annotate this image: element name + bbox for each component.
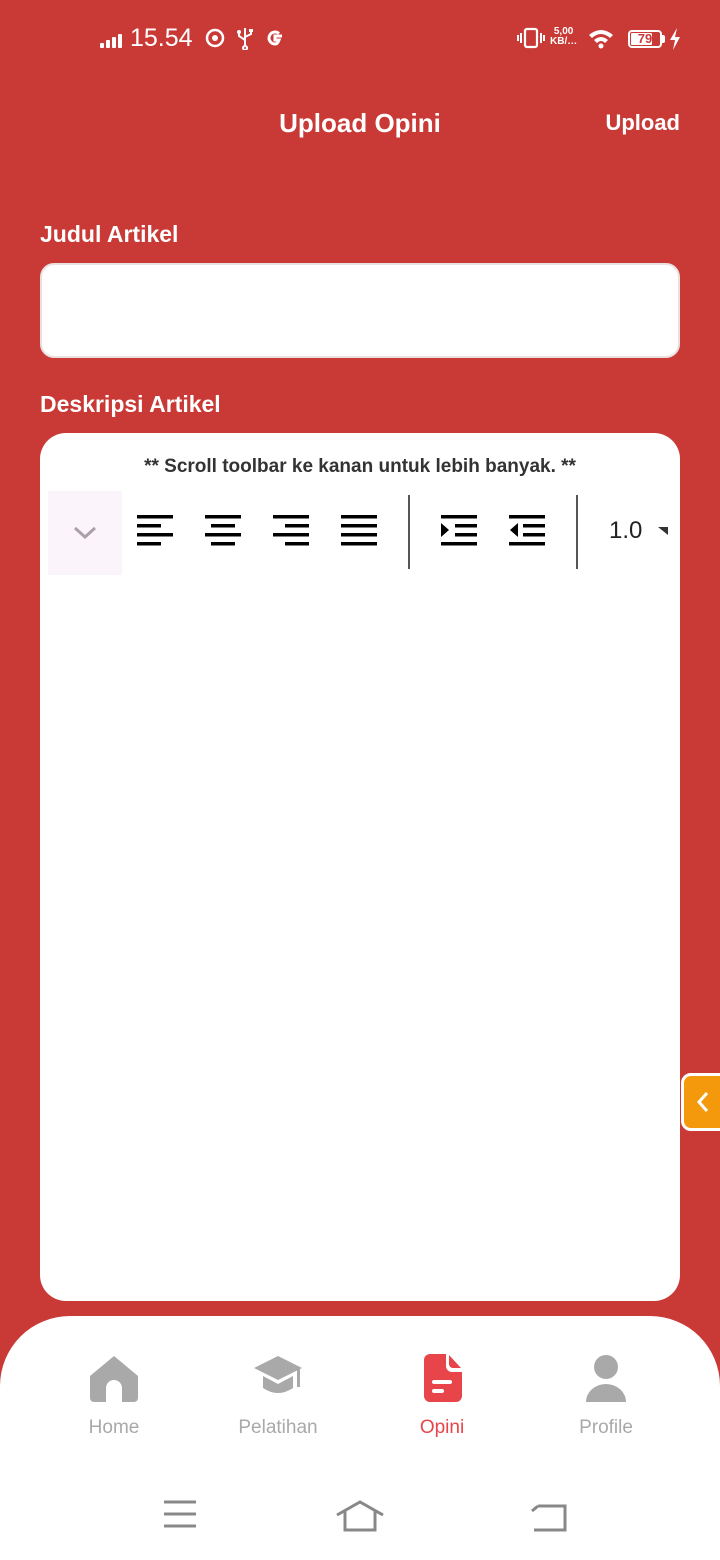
graduation-cap-icon	[254, 1356, 302, 1393]
align-center-icon[interactable]	[204, 513, 242, 551]
indent-icon[interactable]	[440, 513, 478, 551]
home-icon	[90, 1356, 138, 1402]
formatting-toolbar[interactable]: 1.0	[40, 491, 680, 575]
outdent-icon[interactable]	[508, 513, 546, 551]
battery-icon: 79	[628, 30, 662, 48]
side-panel-toggle[interactable]	[681, 1073, 720, 1131]
toolbar-hint: ** Scroll toolbar ke kanan untuk lebih b…	[144, 456, 576, 477]
toolbar-divider	[576, 495, 578, 569]
wifi-icon	[589, 30, 613, 49]
nav-pelatihan[interactable]: Pelatihan	[218, 1352, 338, 1439]
charging-icon	[670, 28, 680, 50]
hotspot-icon	[205, 28, 225, 48]
editor-text-area[interactable]	[60, 593, 660, 1281]
status-time: 15.54	[130, 24, 193, 52]
back-icon[interactable]	[530, 1502, 568, 1532]
align-justify-icon[interactable]	[340, 513, 378, 551]
system-navigation	[0, 1480, 720, 1560]
battery-cap	[662, 35, 665, 43]
network-speed: 5,00 KB/…	[550, 26, 578, 47]
status-bar: 15.54 5,00 KB/… 79	[0, 0, 720, 80]
dropdown-caret-icon	[658, 527, 668, 535]
nav-opini[interactable]: Opini	[382, 1352, 502, 1439]
app-header: Upload Opini Upload	[0, 96, 720, 152]
vibrate-icon	[517, 27, 545, 49]
document-icon	[424, 1354, 462, 1402]
home-button-icon[interactable]	[335, 1500, 385, 1532]
align-right-icon[interactable]	[272, 513, 310, 551]
title-input[interactable]	[40, 263, 680, 358]
nav-profile[interactable]: Profile	[546, 1352, 666, 1439]
chevron-down-icon	[73, 526, 97, 540]
toolbar-divider	[408, 495, 410, 569]
chevron-left-icon	[696, 1092, 709, 1112]
menu-icon[interactable]	[163, 1500, 197, 1528]
upload-button[interactable]: Upload	[605, 110, 680, 136]
person-icon	[586, 1355, 626, 1402]
nav-home[interactable]: Home	[54, 1352, 174, 1439]
signal-icon	[100, 30, 124, 48]
description-editor[interactable]: ** Scroll toolbar ke kanan untuk lebih b…	[40, 433, 680, 1301]
align-left-icon[interactable]	[136, 513, 174, 551]
description-label: Deskripsi Artikel	[40, 391, 221, 417]
title-label: Judul Artikel	[40, 221, 179, 247]
usb-icon	[237, 28, 253, 50]
line-height-dropdown[interactable]: 1.0	[609, 517, 642, 545]
google-icon	[267, 30, 282, 46]
collapse-toolbar-button[interactable]	[48, 491, 122, 575]
